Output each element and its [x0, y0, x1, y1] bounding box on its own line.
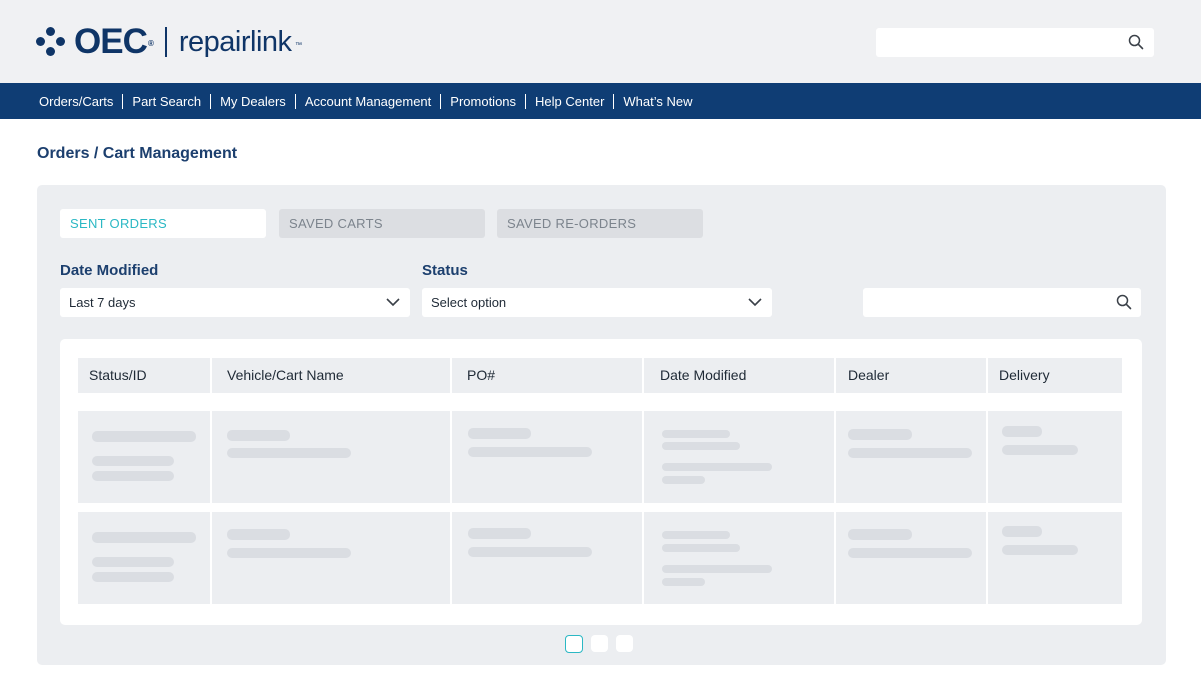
skeleton-cell — [644, 411, 834, 503]
column-header-status-id[interactable]: Status/ID — [78, 358, 210, 393]
table-row-loading — [78, 512, 1124, 604]
table-row-loading — [78, 411, 1124, 503]
status-value: Select option — [431, 295, 507, 310]
column-header-delivery[interactable]: Delivery — [988, 358, 1122, 393]
orders-table: Status/ID Vehicle/Cart Name PO# Date Mod… — [60, 339, 1142, 625]
main-nav: Orders/Carts Part Search My Dealers Acco… — [0, 83, 1201, 119]
search-icon[interactable] — [1128, 34, 1144, 50]
date-modified-select[interactable]: Last 7 days — [60, 288, 410, 317]
skeleton-cell — [212, 411, 450, 503]
pagination-dot-2[interactable] — [591, 635, 608, 652]
tab-sent-orders[interactable]: SENT ORDERS — [60, 209, 266, 238]
nav-divider — [613, 93, 615, 109]
nav-account-management[interactable]: Account Management — [305, 94, 431, 109]
skeleton-cell — [78, 411, 210, 503]
chevron-down-icon — [748, 298, 762, 307]
chevron-down-icon — [386, 298, 400, 307]
nav-promotions[interactable]: Promotions — [450, 94, 516, 109]
column-header-date-modified[interactable]: Date Modified — [644, 358, 834, 393]
page-title: Orders / Cart Management — [37, 145, 238, 162]
skeleton-cell — [836, 512, 986, 604]
top-header: OEC ® repairlink ™ — [0, 0, 1201, 83]
nav-divider — [210, 93, 212, 109]
table-header: Status/ID Vehicle/Cart Name PO# Date Mod… — [78, 358, 1124, 393]
nav-divider — [294, 93, 296, 109]
tab-saved-carts[interactable]: SAVED CARTS — [279, 209, 485, 238]
nav-my-dealers[interactable]: My Dealers — [220, 94, 286, 109]
skeleton-cell — [644, 512, 834, 604]
skeleton-cell — [212, 512, 450, 604]
status-label: Status — [422, 262, 468, 279]
nav-help-center[interactable]: Help Center — [535, 94, 604, 109]
pagination-dot-1[interactable] — [565, 635, 583, 653]
nav-whats-new[interactable]: What’s New — [623, 94, 692, 109]
nav-part-search[interactable]: Part Search — [132, 94, 201, 109]
nav-divider — [525, 93, 527, 109]
orders-search-input[interactable] — [863, 288, 1141, 317]
skeleton-cell — [78, 512, 210, 604]
search-icon[interactable] — [1116, 294, 1132, 310]
date-modified-label: Date Modified — [60, 262, 159, 279]
skeleton-cell — [452, 411, 642, 503]
tab-saved-reorders[interactable]: SAVED RE-ORDERS — [497, 209, 703, 238]
nav-divider — [440, 93, 442, 109]
nav-orders-carts[interactable]: Orders/Carts — [39, 94, 113, 109]
status-select[interactable]: Select option — [422, 288, 772, 317]
oec-wordmark: OEC ® — [74, 22, 154, 61]
oec-repairlink-logo[interactable]: OEC ® repairlink ™ — [36, 24, 302, 60]
column-header-dealer[interactable]: Dealer — [836, 358, 986, 393]
logo-divider — [164, 27, 167, 57]
header-search-input[interactable] — [876, 28, 1154, 57]
nav-divider — [122, 93, 124, 109]
skeleton-cell — [988, 512, 1122, 604]
column-header-vehicle-cart-name[interactable]: Vehicle/Cart Name — [212, 358, 450, 393]
skeleton-cell — [836, 411, 986, 503]
oec-dots-icon — [36, 27, 66, 57]
orders-panel: SENT ORDERS SAVED CARTS SAVED RE-ORDERS … — [37, 185, 1166, 665]
pagination-dot-3[interactable] — [616, 635, 633, 652]
pagination — [565, 635, 641, 653]
column-header-po[interactable]: PO# — [452, 358, 642, 393]
date-modified-value: Last 7 days — [69, 295, 136, 310]
skeleton-cell — [452, 512, 642, 604]
skeleton-cell — [988, 411, 1122, 503]
repairlink-wordmark: repairlink ™ — [178, 26, 302, 58]
